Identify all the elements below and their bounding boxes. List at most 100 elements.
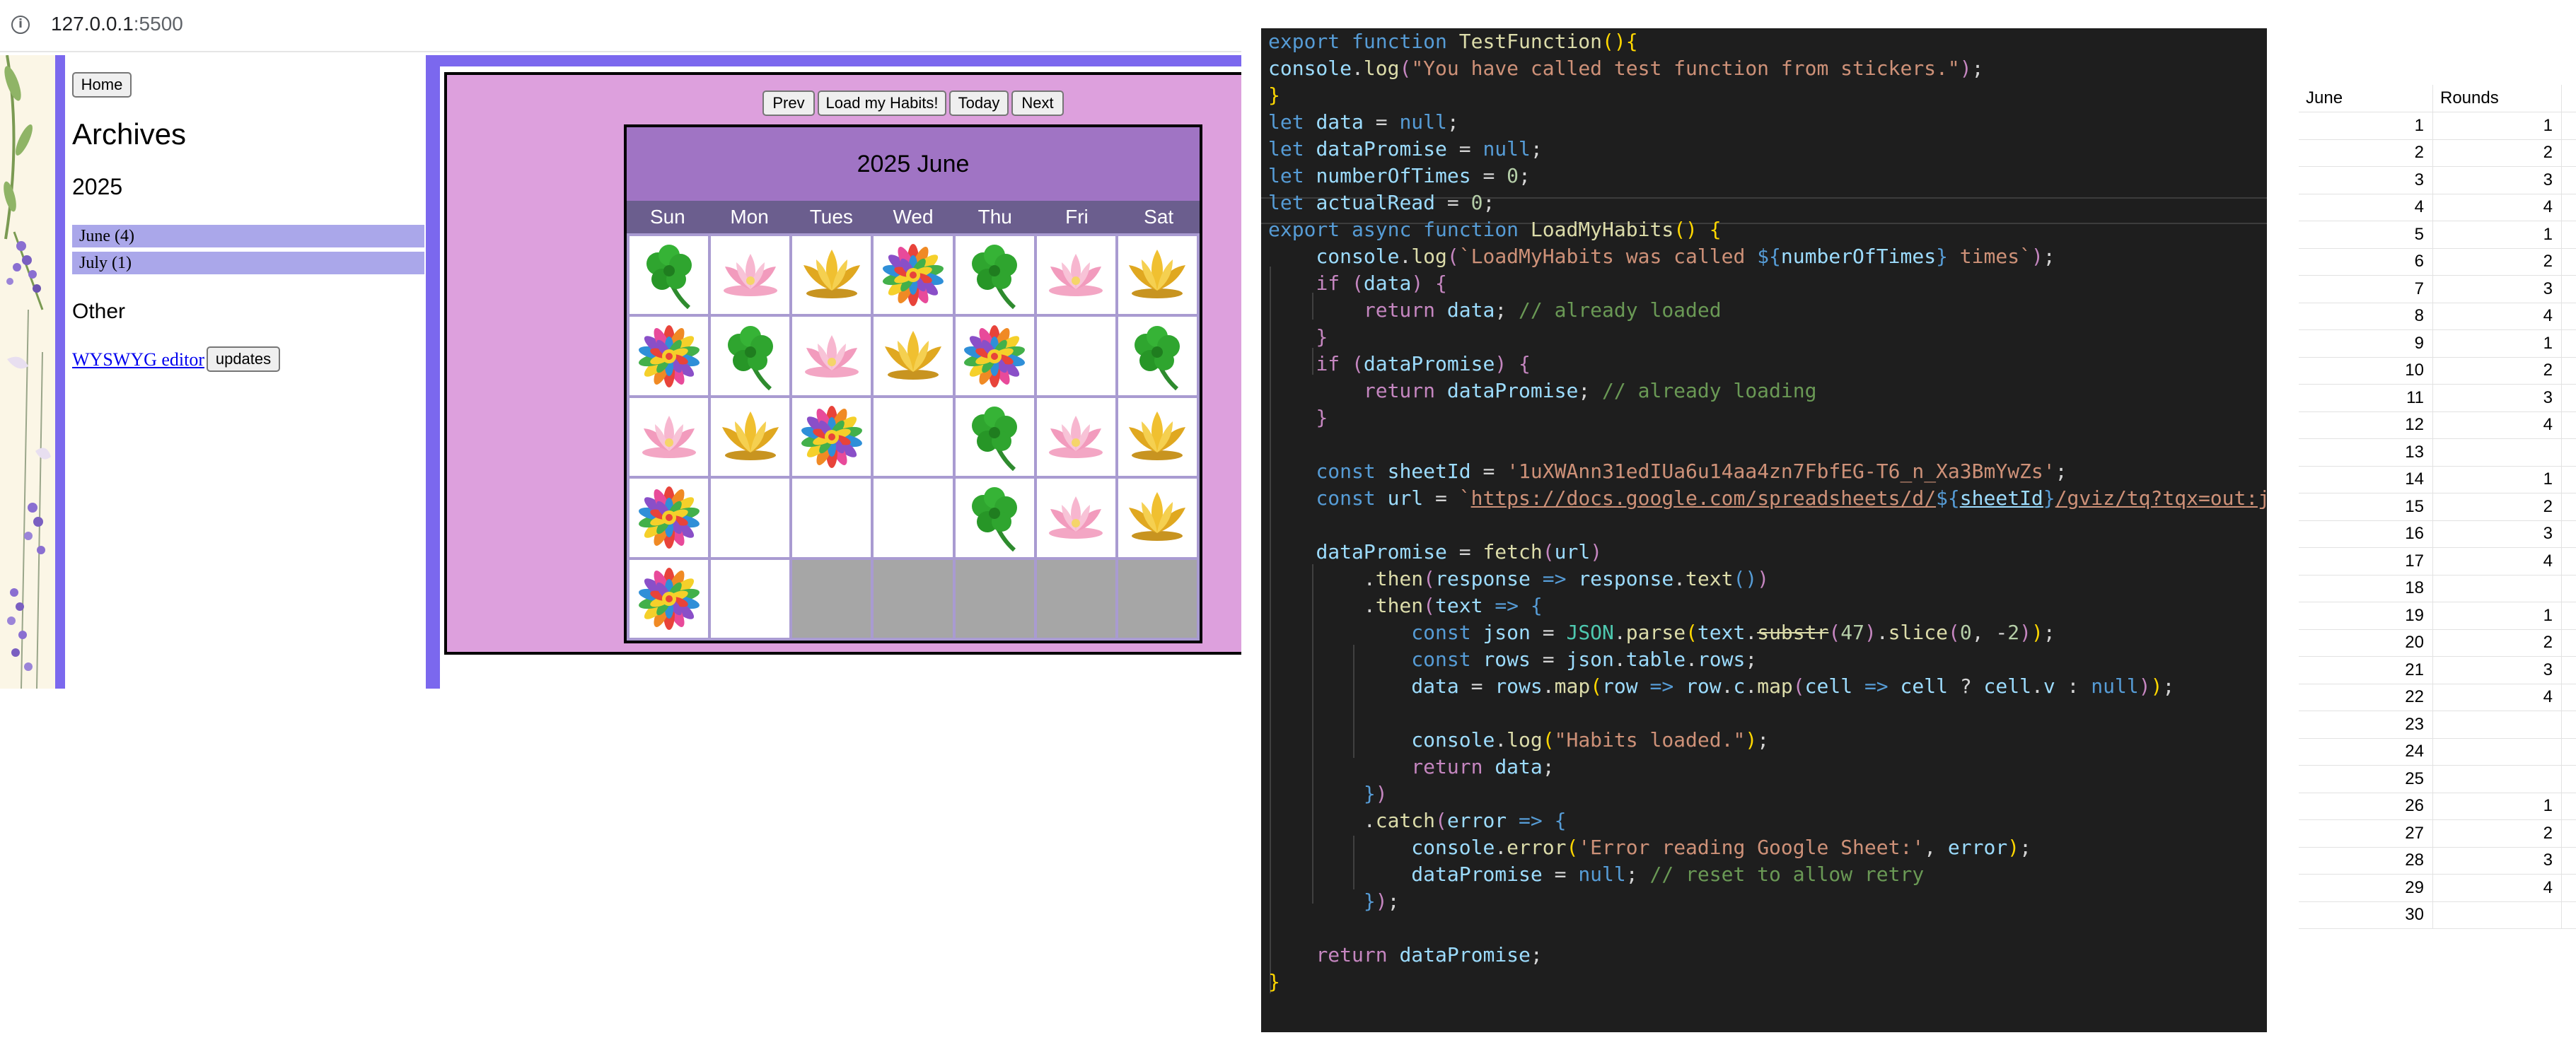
sheet-cell-june[interactable]: 19 xyxy=(2299,602,2433,629)
sheet-cell-empty[interactable] xyxy=(2562,303,2576,329)
sheet-cell-rounds[interactable] xyxy=(2433,711,2562,738)
sheet-cell-june[interactable]: 20 xyxy=(2299,629,2433,656)
calendar-day-cell[interactable] xyxy=(711,559,790,638)
calendar-day-cell[interactable] xyxy=(630,317,709,395)
sheet-cell-rounds[interactable]: 2 xyxy=(2433,139,2562,166)
sheet-cell-rounds[interactable]: 3 xyxy=(2433,275,2562,303)
sheet-cell-june[interactable]: 10 xyxy=(2299,357,2433,384)
calendar-day-cell[interactable] xyxy=(1036,236,1115,315)
sheet-cell-june[interactable]: 22 xyxy=(2299,684,2433,711)
sheet-cell-rounds[interactable]: 1 xyxy=(2433,112,2562,139)
sheet-cell-empty[interactable] xyxy=(2562,901,2576,928)
sheet-cell-empty[interactable] xyxy=(2562,466,2576,493)
calendar-day-cell[interactable] xyxy=(630,479,709,557)
sheet-cell-empty[interactable] xyxy=(2562,139,2576,166)
sheet-cell-empty[interactable] xyxy=(2562,711,2576,738)
sheet-cell-empty[interactable] xyxy=(2562,167,2576,194)
sheet-cell-june[interactable]: 29 xyxy=(2299,874,2433,901)
calendar-day-cell[interactable] xyxy=(1118,236,1197,315)
calendar-day-cell[interactable] xyxy=(630,397,709,477)
sheet-cell-june[interactable]: 3 xyxy=(2299,166,2433,194)
sheet-cell-empty[interactable] xyxy=(2562,411,2576,438)
sheet-cell-june[interactable]: 9 xyxy=(2299,329,2433,357)
calendar-day-cell[interactable] xyxy=(792,236,871,315)
sheet-cell-rounds[interactable] xyxy=(2433,438,2562,466)
sheet-cell-empty[interactable] xyxy=(2562,684,2576,711)
calendar-day-cell[interactable] xyxy=(1036,317,1115,395)
sheet-cell-rounds[interactable]: 4 xyxy=(2433,874,2562,901)
calendar-day-cell[interactable] xyxy=(874,397,953,477)
sheet-cell-june[interactable]: 25 xyxy=(2299,765,2433,793)
sheet-cell-rounds[interactable]: 4 xyxy=(2433,194,2562,221)
sheet-cell-rounds[interactable]: 4 xyxy=(2433,684,2562,711)
calendar-day-cell[interactable] xyxy=(874,236,953,315)
sheet-cell-empty[interactable] xyxy=(2562,194,2576,221)
calendar-day-cell[interactable] xyxy=(1036,479,1115,557)
load-habits-button[interactable]: Load my Habits! xyxy=(818,90,946,116)
sheet-cell-rounds[interactable]: 1 xyxy=(2433,221,2562,248)
sheet-cell-empty[interactable] xyxy=(2562,766,2576,793)
sheet-cell-june[interactable]: 23 xyxy=(2299,711,2433,738)
calendar-day-cell[interactable] xyxy=(955,479,1034,557)
sheet-cell-rounds[interactable]: 2 xyxy=(2433,819,2562,847)
sheet-cell-rounds[interactable]: 2 xyxy=(2433,248,2562,275)
sheet-cell-june[interactable]: 6 xyxy=(2299,248,2433,275)
sheet-cell-june[interactable]: 21 xyxy=(2299,656,2433,684)
calendar-day-cell[interactable] xyxy=(792,397,871,477)
sheet-cell-june[interactable]: 12 xyxy=(2299,411,2433,438)
sheet-cell-rounds[interactable]: 1 xyxy=(2433,466,2562,493)
archive-month-july[interactable]: July (1) xyxy=(72,252,424,274)
sheet-cell-june[interactable]: 30 xyxy=(2299,901,2433,928)
sheet-cell-june[interactable]: 2 xyxy=(2299,139,2433,166)
wysiwyg-editor-link[interactable]: WYSWYG editor xyxy=(72,349,204,370)
sheet-cell-rounds[interactable] xyxy=(2433,901,2562,928)
sheet-cell-june[interactable]: 16 xyxy=(2299,520,2433,547)
calendar-day-cell[interactable] xyxy=(711,397,790,477)
calendar-day-cell[interactable] xyxy=(1118,479,1197,557)
today-button[interactable]: Today xyxy=(949,90,1009,116)
sheet-cell-june[interactable]: 14 xyxy=(2299,466,2433,493)
calendar-day-cell[interactable] xyxy=(1036,397,1115,477)
sheet-cell-empty[interactable] xyxy=(2562,629,2576,656)
prev-button[interactable]: Prev xyxy=(762,90,815,116)
calendar-day-cell[interactable] xyxy=(874,479,953,557)
sheet-cell-rounds[interactable]: Rounds xyxy=(2433,85,2562,112)
calendar-day-cell[interactable] xyxy=(711,479,790,557)
calendar-day-cell[interactable] xyxy=(874,317,953,395)
sheet-cell-empty[interactable] xyxy=(2562,875,2576,901)
sheet-cell-june[interactable]: June xyxy=(2299,85,2433,112)
address-bar[interactable]: i 127.0.0.1:5500 xyxy=(0,0,1241,52)
sheet-cell-june[interactable]: 26 xyxy=(2299,793,2433,819)
sheet-cell-empty[interactable] xyxy=(2562,847,2576,874)
sheet-cell-rounds[interactable] xyxy=(2433,738,2562,765)
sheet-cell-empty[interactable] xyxy=(2562,439,2576,466)
sheet-cell-rounds[interactable]: 3 xyxy=(2433,166,2562,194)
info-icon[interactable]: i xyxy=(11,16,30,34)
sheet-cell-june[interactable]: 5 xyxy=(2299,221,2433,248)
sheet-cell-empty[interactable] xyxy=(2562,330,2576,357)
sheet-cell-rounds[interactable]: 3 xyxy=(2433,384,2562,411)
calendar-day-cell[interactable] xyxy=(955,397,1034,477)
sheet-cell-rounds[interactable]: 4 xyxy=(2433,547,2562,575)
sheet-cell-rounds[interactable]: 4 xyxy=(2433,303,2562,329)
calendar-day-cell[interactable] xyxy=(955,236,1034,315)
sheet-cell-empty[interactable] xyxy=(2562,276,2576,303)
code-editor[interactable]: export function TestFunction(){ console.… xyxy=(1261,28,2267,1032)
sheet-cell-rounds[interactable]: 2 xyxy=(2433,493,2562,520)
calendar-day-cell[interactable] xyxy=(792,317,871,395)
sheet-cell-june[interactable]: 11 xyxy=(2299,384,2433,411)
sheet-cell-rounds[interactable]: 3 xyxy=(2433,847,2562,874)
sheet-cell-empty[interactable] xyxy=(2562,357,2576,384)
sheet-cell-rounds[interactable]: 2 xyxy=(2433,629,2562,656)
sheet-cell-rounds[interactable]: 1 xyxy=(2433,793,2562,819)
sheet-cell-rounds[interactable] xyxy=(2433,575,2562,602)
sheet-cell-empty[interactable] xyxy=(2562,738,2576,765)
sheet-cell-rounds[interactable]: 3 xyxy=(2433,520,2562,547)
home-button[interactable]: Home xyxy=(72,72,132,98)
spreadsheet[interactable]: June Rounds 1 1 2 2 3 3 4 4 5 1 6 2 7 3 8 4 9 1 10 2 11 3 12 4 13 1… xyxy=(2299,85,2576,969)
sheet-cell-empty[interactable] xyxy=(2562,385,2576,411)
sheet-cell-empty[interactable] xyxy=(2562,657,2576,684)
sheet-cell-empty[interactable] xyxy=(2562,112,2576,139)
sheet-cell-empty[interactable] xyxy=(2562,548,2576,575)
calendar-day-cell[interactable] xyxy=(955,317,1034,395)
